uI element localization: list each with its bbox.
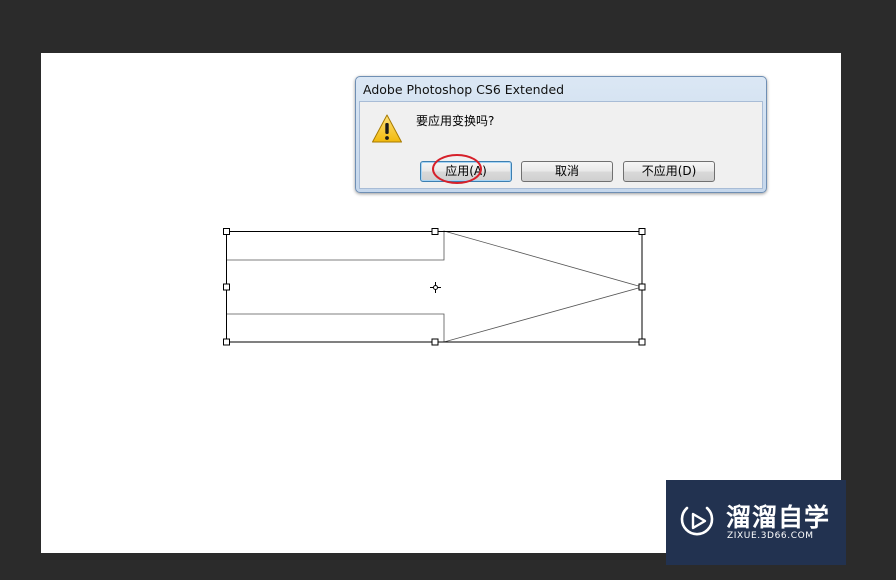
watermark-text: 溜溜自学 — [726, 503, 831, 532]
dialog-titlebar[interactable]: Adobe Photoshop CS6 Extended — [356, 77, 766, 101]
watermark-url: ZIXUE.3D66.COM — [727, 531, 814, 541]
crosshair-icon[interactable] — [430, 282, 441, 293]
transform-handle-middle-left[interactable] — [223, 283, 230, 291]
watermark: 溜溜自学 ZIXUE.3D66.COM — [666, 480, 846, 565]
dialog-message: 要应用变换吗? — [416, 114, 495, 128]
dont-apply-button[interactable]: 不应用(D) — [623, 161, 715, 182]
apply-button[interactable]: 应用(A) — [420, 161, 512, 182]
cancel-button[interactable]: 取消 — [521, 161, 613, 182]
transform-handle-top-left[interactable] — [223, 228, 230, 235]
play-logo-icon — [680, 506, 714, 536]
transform-handle-top-right[interactable] — [638, 228, 646, 235]
transform-handle-middle-right[interactable] — [638, 283, 646, 291]
transform-handle-bottom-right[interactable] — [638, 338, 646, 346]
warning-icon — [372, 114, 402, 143]
transform-handle-bottom-middle[interactable] — [431, 338, 439, 346]
dialog-title: Adobe Photoshop CS6 Extended — [363, 82, 565, 97]
transform-handle-bottom-left[interactable] — [223, 338, 230, 346]
dialog-body: 要应用变换吗? 应用(A) 取消 不应用(D) — [359, 101, 763, 189]
photoshop-workspace: Adobe Photoshop CS6 Extended 要应用变换吗? 应用(… — [0, 0, 896, 580]
transform-handle-top-middle[interactable] — [431, 228, 439, 235]
apply-transform-dialog: Adobe Photoshop CS6 Extended 要应用变换吗? 应用(… — [355, 76, 767, 193]
